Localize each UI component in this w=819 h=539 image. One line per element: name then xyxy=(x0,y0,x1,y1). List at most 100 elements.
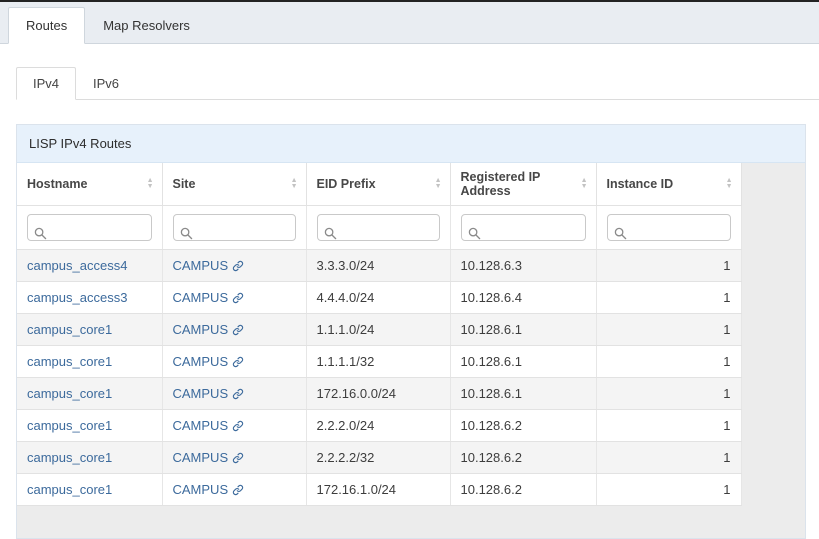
table-row: campus_access4CAMPUS3.3.3.0/2410.128.6.3… xyxy=(17,250,741,282)
instance-id-cell: 1 xyxy=(596,410,741,442)
routes-table: Hostname▲▼Site▲▼EID Prefix▲▼Registered I… xyxy=(17,163,742,506)
site-label: CAMPUS xyxy=(173,450,229,465)
site-link[interactable]: CAMPUS xyxy=(173,322,245,337)
site-link[interactable]: CAMPUS xyxy=(173,482,245,497)
column-label: Hostname xyxy=(27,177,87,191)
site-link[interactable]: CAMPUS xyxy=(173,290,245,305)
instance-id-cell: 1 xyxy=(596,474,741,506)
tab-ipv6[interactable]: IPv6 xyxy=(76,67,136,100)
sort-icon[interactable]: ▲▼ xyxy=(291,178,298,190)
eid-prefix-cell: 172.16.1.0/24 xyxy=(306,474,450,506)
hostname-link[interactable]: campus_core1 xyxy=(27,386,112,401)
sort-icon[interactable]: ▲▼ xyxy=(726,178,733,190)
site-link-icon xyxy=(232,388,244,400)
column-header-instance-id[interactable]: Instance ID▲▼ xyxy=(596,163,741,206)
hostname-link[interactable]: campus_core1 xyxy=(27,450,112,465)
site-link[interactable]: CAMPUS xyxy=(173,258,245,273)
table-row: campus_core1CAMPUS1.1.1.1/3210.128.6.11 xyxy=(17,346,741,378)
hostname-cell: campus_core1 xyxy=(17,442,162,474)
site-link[interactable]: CAMPUS xyxy=(173,418,245,433)
site-link-icon xyxy=(232,356,244,368)
site-label: CAMPUS xyxy=(173,354,229,369)
column-label: EID Prefix xyxy=(317,177,376,191)
column-header-site[interactable]: Site ▲▼ xyxy=(162,163,306,206)
column-label: Site xyxy=(173,177,196,191)
site-link[interactable]: CAMPUS xyxy=(173,450,245,465)
table-row: campus_access3 CAMPUS 4.4.4.0/2410.128.6.4… xyxy=(17,282,741,314)
registered-ip-cell: 10.128.6.3 xyxy=(450,250,596,282)
sort-icon[interactable]: ▲▼ xyxy=(147,178,154,190)
filter-input-instance-id[interactable] xyxy=(607,214,731,241)
eid-prefix-cell: 4.4.4.0/24 xyxy=(306,282,450,314)
hostname-link[interactable]: campus_core1 xyxy=(27,418,112,433)
table-row: campus_core1CAMPUS172.16.1.0/2410.128.6.… xyxy=(17,474,741,506)
site-link[interactable]: CAMPUS xyxy=(173,354,245,369)
eid-prefix-cell: 2.2.2.2/32 xyxy=(306,442,450,474)
hostname-link[interactable]: campus_access3 xyxy=(27,290,127,305)
hostname-link[interactable]: campus_core1 xyxy=(27,322,112,337)
site-link-icon xyxy=(232,292,244,304)
hostname-cell: campus_access3 xyxy=(17,282,162,314)
site-link[interactable]: CAMPUS xyxy=(173,386,245,401)
table-row: campus_core1 CAMPUS 172.16.0.0/2410.128.6.… xyxy=(17,378,741,410)
table-filter-row xyxy=(17,206,741,250)
site-cell: CAMPUS xyxy=(162,378,306,410)
site-label: CAMPUS xyxy=(173,482,229,497)
main-tab-bar: Routes Map Resolvers xyxy=(0,2,819,44)
filter-cell-eid-prefix xyxy=(306,206,450,250)
eid-prefix-cell: 172.16.0.0/24 xyxy=(306,378,450,410)
filter-input-hostname[interactable] xyxy=(27,214,152,241)
site-label: CAMPUS xyxy=(173,386,229,401)
hostname-cell: campus_core1 xyxy=(17,378,162,410)
site-cell: CAMPUS xyxy=(162,250,306,282)
column-header-registered-ip-address[interactable]: Registered IP Address▲▼ xyxy=(450,163,596,206)
registered-ip-cell: 10.128.6.2 xyxy=(450,442,596,474)
site-link-icon xyxy=(232,260,244,272)
eid-prefix-cell: 1.1.1.0/24 xyxy=(306,314,450,346)
site-cell: CAMPUS xyxy=(162,474,306,506)
table-body: campus_access4CAMPUS3.3.3.0/2410.128.6.3… xyxy=(17,250,741,506)
column-header-eid-prefix[interactable]: EID Prefix ▲▼ xyxy=(306,163,450,206)
registered-ip-cell: 10.128.6.1 xyxy=(450,346,596,378)
site-label: CAMPUS xyxy=(173,322,229,337)
site-cell: CAMPUS xyxy=(162,314,306,346)
hostname-cell: campus_core1 xyxy=(17,474,162,506)
lisp-ipv4-routes-panel: LISP IPv4 Routes Hostname▲▼Site▲▼EID Pre… xyxy=(16,124,806,539)
filter-cell-instance-id xyxy=(596,206,741,250)
table-row: campus_core1CAMPUS2.2.2.0/2410.128.6.21 xyxy=(17,410,741,442)
site-cell: CAMPUS xyxy=(162,282,306,314)
filter-input-registered-ip-address[interactable] xyxy=(461,214,586,241)
column-header-hostname[interactable]: Hostname ▲▼ xyxy=(17,163,162,206)
site-cell: CAMPUS xyxy=(162,442,306,474)
site-label: CAMPUS xyxy=(173,290,229,305)
hostname-cell: campus_core1 xyxy=(17,314,162,346)
site-link-icon xyxy=(232,324,244,336)
registered-ip-cell: 10.128.6.1 xyxy=(450,314,596,346)
filter-input-eid-prefix[interactable] xyxy=(317,214,440,241)
hostname-link[interactable]: campus_core1 xyxy=(27,354,112,369)
hostname-link[interactable]: campus_core1 xyxy=(27,482,112,497)
registered-ip-cell: 10.128.6.4 xyxy=(450,282,596,314)
table-row: campus_core1CAMPUS2.2.2.2/3210.128.6.21 xyxy=(17,442,741,474)
tab-ipv4[interactable]: IPv4 xyxy=(16,67,76,100)
eid-prefix-cell: 1.1.1.1/32 xyxy=(306,346,450,378)
page: Routes Map Resolvers IPv4 IPv6 LISP IPv4… xyxy=(0,0,819,539)
hostname-cell: campus_access4 xyxy=(17,250,162,282)
filter-cell-registered-ip-address xyxy=(450,206,596,250)
instance-id-cell: 1 xyxy=(596,314,741,346)
instance-id-cell: 1 xyxy=(596,282,741,314)
hostname-link[interactable]: campus_access4 xyxy=(27,258,127,273)
tab-map-resolvers[interactable]: Map Resolvers xyxy=(85,7,208,44)
eid-prefix-cell: 2.2.2.0/24 xyxy=(306,410,450,442)
site-label: CAMPUS xyxy=(173,258,229,273)
filter-cell-hostname xyxy=(17,206,162,250)
registered-ip-cell: 10.128.6.1 xyxy=(450,378,596,410)
panel-body: Hostname▲▼Site▲▼EID Prefix▲▼Registered I… xyxy=(17,163,805,538)
table-header-row: Hostname▲▼Site▲▼EID Prefix▲▼Registered I… xyxy=(17,163,741,206)
site-link-icon xyxy=(232,452,244,464)
hostname-cell: campus_core1 xyxy=(17,346,162,378)
filter-input-site[interactable] xyxy=(173,214,296,241)
sort-icon[interactable]: ▲▼ xyxy=(435,178,442,190)
tab-routes[interactable]: Routes xyxy=(8,7,85,44)
sort-icon[interactable]: ▲▼ xyxy=(581,178,588,190)
